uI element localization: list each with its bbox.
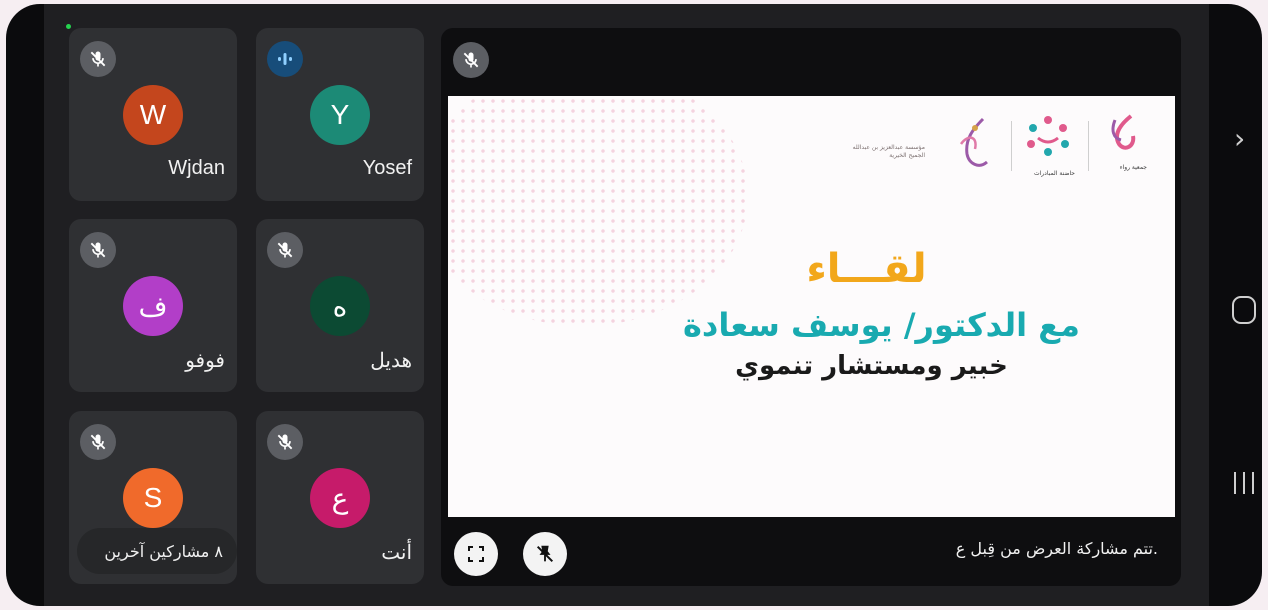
participant-tile-you[interactable]: ع أنت <box>256 411 424 584</box>
participant-name: Wjdan <box>168 157 225 179</box>
logo-divider <box>1011 121 1012 171</box>
participant-tile-fofo[interactable]: ف فوفو <box>69 219 237 392</box>
participant-tile-s[interactable]: S ٨ مشاركين آخرين <box>69 411 237 584</box>
calligraphy-logo <box>953 114 995 178</box>
shared-slide: مؤسسة عبدالعزيز بن عبدالله الجميح الخيري… <box>448 96 1175 517</box>
home-button[interactable] <box>1232 296 1256 324</box>
presentation-panel[interactable]: مؤسسة عبدالعزيز بن عبدالله الجميح الخيري… <box>441 28 1181 586</box>
participant-tile-hadeel[interactable]: ه هديل <box>256 219 424 392</box>
mic-off-icon <box>80 232 116 268</box>
chevron-right-icon[interactable]: › <box>1234 122 1245 155</box>
mic-off-icon <box>267 424 303 460</box>
recents-button[interactable] <box>1234 472 1254 494</box>
shared-by-label: تتم مشاركة العرض من قِبل ع. <box>955 539 1158 558</box>
mic-off-icon <box>80 41 116 77</box>
participant-tile-yosef[interactable]: Y Yosef <box>256 28 424 201</box>
logo-text-incubator: حاضنة المبادرات <box>1033 170 1075 177</box>
logo-text-foundation: مؤسسة عبدالعزيز بن عبدالله الجميح الخيري… <box>852 144 925 159</box>
rawa-logo <box>1103 110 1143 164</box>
mic-off-icon <box>267 232 303 268</box>
other-participants-button[interactable]: ٨ مشاركين آخرين <box>77 528 237 574</box>
avatar: S <box>123 468 183 528</box>
participant-tile-wjdan[interactable]: W Wjdan <box>69 28 237 201</box>
mic-off-icon <box>80 424 116 460</box>
slide-caption: خبير ومستشار تنموي <box>735 351 1008 381</box>
unpin-icon <box>536 545 554 563</box>
mic-off-icon <box>453 42 489 78</box>
meet-screen: W Wjdan Y Yosef ف فوفو ه هديل S ٨ مشاركي… <box>44 4 1209 606</box>
slide-title: لقـــاء <box>806 246 927 292</box>
slide-subtitle: مع الدكتور/ يوسف سعادة <box>683 306 1080 344</box>
audio-bars-icon <box>267 41 303 77</box>
presentation-toolbar: تتم مشاركة العرض من قِبل ع. <box>441 517 1181 586</box>
avatar: Y <box>310 85 370 145</box>
participant-name: أنت <box>381 542 412 564</box>
incubator-logo <box>1023 114 1073 166</box>
unpin-button[interactable] <box>523 532 567 576</box>
logo-divider <box>1088 121 1089 171</box>
logo-text-rawa: جمعية رواء <box>1119 164 1147 171</box>
fullscreen-icon <box>468 546 484 562</box>
camera-indicator <box>66 24 71 29</box>
avatar: ف <box>123 276 183 336</box>
participant-name: فوفو <box>185 350 225 372</box>
fullscreen-button[interactable] <box>454 532 498 576</box>
participant-name: Yosef <box>362 157 412 179</box>
avatar: W <box>123 85 183 145</box>
avatar: ه <box>310 276 370 336</box>
phone-frame: W Wjdan Y Yosef ف فوفو ه هديل S ٨ مشاركي… <box>6 4 1262 606</box>
avatar: ع <box>310 468 370 528</box>
participant-name: هديل <box>370 350 412 372</box>
